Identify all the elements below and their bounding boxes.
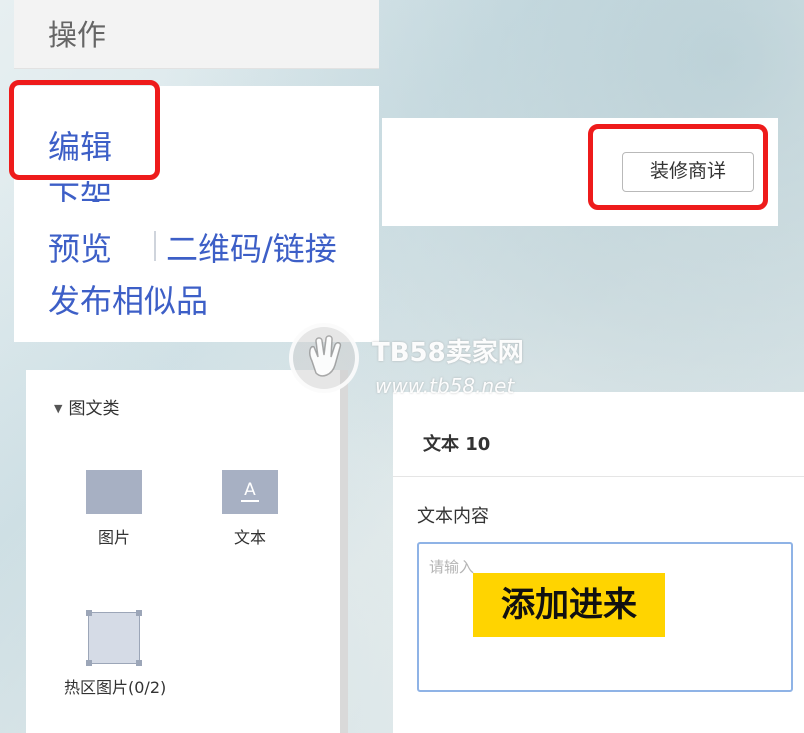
divider: [393, 476, 804, 477]
components-panel: ▼ 图文类 图片 A 文本 热区图片(0/2): [26, 370, 348, 733]
watermark-name: TB58卖家网: [372, 338, 524, 368]
watermark-logo-icon: [289, 323, 359, 393]
add-in-callout: 添加进来: [473, 573, 665, 637]
text-content-label: 文本内容: [417, 506, 489, 527]
component-hotspot-image[interactable]: 热区图片(0/2): [64, 610, 167, 698]
category-header[interactable]: ▼ 图文类: [54, 394, 119, 419]
text-module-title: 文本 10: [423, 434, 491, 455]
components-scrollbar[interactable]: [340, 370, 348, 733]
ops-title: 操作: [48, 18, 107, 52]
image-icon: [86, 470, 142, 514]
preview-link[interactable]: 预览: [48, 224, 112, 270]
link-separator: [154, 231, 156, 261]
watermark-url: www.tb58.net: [375, 374, 515, 398]
component-label: 热区图片(0/2): [64, 678, 167, 697]
component-text[interactable]: A 文本: [200, 470, 300, 548]
placeholder-text: 请输入: [429, 558, 475, 576]
component-label: 图片: [97, 528, 130, 547]
component-label: 文本: [233, 528, 266, 547]
component-image[interactable]: 图片: [64, 470, 164, 548]
edit-highlight-box: [9, 80, 160, 180]
text-settings-panel: 文本 10 文本内容 请输入: [393, 392, 804, 733]
text-icon: A: [222, 470, 278, 514]
publish-similar-link[interactable]: 发布相似品: [48, 276, 208, 322]
qrcode-link[interactable]: 二维码/链接: [166, 224, 337, 270]
caret-down-icon: ▼: [54, 402, 63, 415]
hotspot-icon: [86, 610, 142, 666]
decorate-highlight-box: [588, 124, 768, 210]
category-label: 图文类: [68, 399, 120, 419]
ops-column-header: 操作: [14, 0, 379, 69]
